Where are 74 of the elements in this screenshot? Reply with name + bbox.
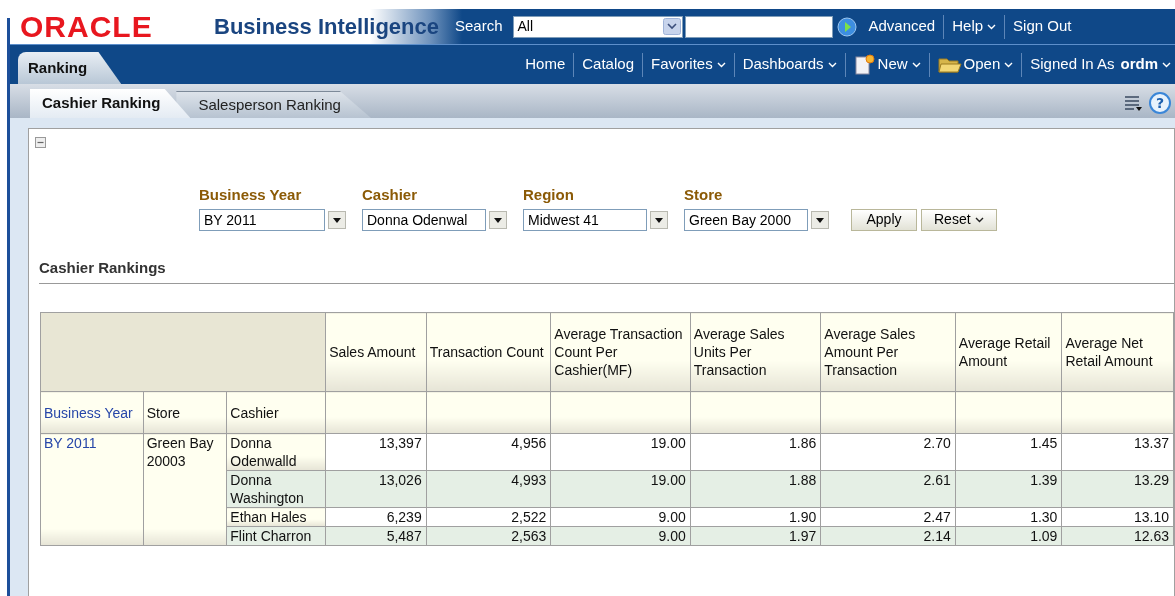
table-cell: 2.70	[820, 433, 956, 471]
collapse-icon	[35, 137, 46, 148]
chevron-down-icon	[716, 61, 726, 68]
user-menu[interactable]: ordm	[1120, 53, 1171, 76]
chevron-down-icon	[911, 61, 921, 68]
page-tab[interactable]: Cashier Ranking	[30, 89, 191, 118]
prompt-label: Cashier	[362, 185, 419, 205]
table-cell: 13,026	[325, 470, 427, 508]
column-header: Transaction Count	[426, 312, 551, 392]
prompt-field[interactable]: Green Bay 2000	[684, 208, 808, 231]
year-cell: BY 2011	[40, 433, 144, 546]
table-cell: 13.29	[1061, 470, 1174, 508]
header-link[interactable]: Sign Out	[1013, 15, 1072, 38]
table-cell: 19.00	[550, 470, 691, 508]
table-cell: 4,956	[426, 433, 551, 471]
table-cell: 1.45	[955, 433, 1062, 471]
column-header: Average Retail Amount	[955, 312, 1062, 392]
search-label: Search	[454, 16, 503, 37]
chevron-down-icon	[1162, 61, 1171, 68]
prompt-button[interactable]: Reset	[921, 208, 997, 231]
search-field[interactable]	[684, 15, 833, 38]
nav-link[interactable]: Home	[525, 53, 566, 76]
column-header: Average Net Retail Amount	[1061, 312, 1174, 392]
nav-link[interactable]: Catalog	[582, 53, 634, 76]
nav-link[interactable]: Dashboards	[742, 53, 837, 76]
chevron-down-icon	[987, 23, 997, 30]
prompt-field[interactable]: Midwest 41	[523, 208, 647, 231]
table-cell: 19.00	[550, 433, 691, 471]
prompt-label: Region	[523, 185, 575, 205]
prompt-label: Business Year	[199, 185, 303, 205]
column-header: Average Sales Amount Per Transaction	[820, 312, 956, 392]
dropdown-button[interactable]	[811, 210, 829, 229]
table-cell: 13.37	[1061, 433, 1174, 471]
prompt-field[interactable]: BY 2011	[199, 208, 325, 231]
table-cell: 13,397	[325, 433, 427, 471]
dropdown-button[interactable]	[489, 210, 507, 229]
signed-in-label: Signed In As	[1030, 54, 1115, 75]
search-scope-dropdown[interactable]: All	[512, 15, 683, 38]
column-header: Sales Amount	[325, 312, 427, 392]
table-cell: 1.88	[690, 470, 821, 508]
column-header: Average Sales Units Per Transaction	[690, 312, 821, 392]
nav-link[interactable]: Open	[937, 53, 1014, 76]
chevron-down-icon	[1004, 61, 1014, 68]
chevron-down-icon	[974, 216, 984, 223]
page-tab[interactable]: Salesperson Ranking	[176, 91, 371, 118]
dashboard-tab[interactable]: Ranking	[18, 52, 122, 84]
prompt-button[interactable]: Apply	[851, 208, 917, 231]
nav-link[interactable]: Favorites	[650, 53, 726, 76]
header-link[interactable]: Advanced	[868, 15, 936, 38]
column-header: Average Transaction Count Per Cashier(MF)	[550, 312, 691, 392]
folder-icon	[937, 55, 962, 74]
row-header: Cashier	[226, 391, 326, 434]
oracle-logo: ORACLE	[20, 11, 154, 42]
list-options-icon	[1123, 94, 1143, 112]
table-cell: 1.86	[690, 433, 821, 471]
prompt-label: Store	[684, 185, 724, 205]
new-document-icon	[853, 53, 876, 76]
dropdown-button[interactable]	[328, 210, 346, 229]
cashier-cell: Donna Odenwalld	[226, 433, 326, 471]
prompt-field[interactable]: Donna Odenwal	[362, 208, 486, 231]
cashier-cell: Donna Washington	[226, 470, 326, 508]
store-cell: Green Bay 20003	[143, 433, 227, 546]
header-link[interactable]: Help	[952, 15, 997, 38]
row-header: Business Year	[40, 391, 144, 434]
chevron-down-icon	[827, 61, 837, 68]
row-header: Store	[143, 391, 227, 434]
table-cell: 1.39	[955, 470, 1062, 508]
section-title: Cashier Rankings	[39, 256, 1174, 284]
go-button[interactable]	[836, 16, 857, 37]
nav-link[interactable]: New	[853, 53, 921, 76]
table-cell: 4,993	[426, 470, 551, 508]
dropdown-button[interactable]	[650, 210, 668, 229]
table-cell: 2.61	[820, 470, 956, 508]
help-button[interactable]: ?	[1149, 92, 1171, 114]
